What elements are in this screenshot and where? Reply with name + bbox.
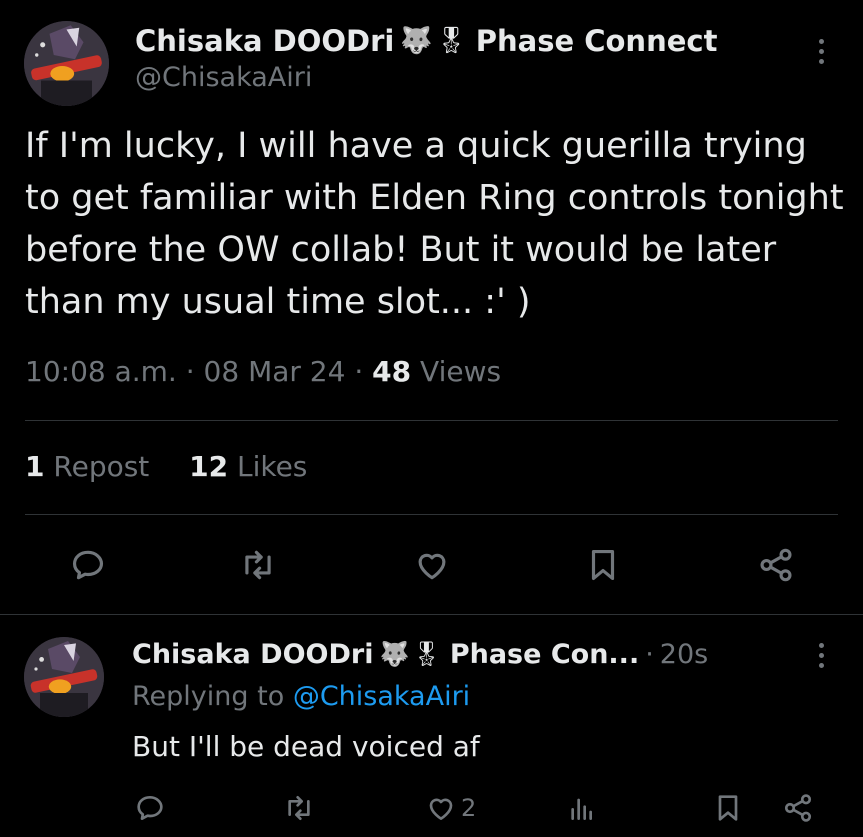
avatar-image — [24, 21, 109, 106]
reply-avatar[interactable] — [24, 637, 104, 717]
replying-handle-link[interactable]: @ChisakaAiri — [293, 681, 470, 712]
views-label: Views — [420, 355, 502, 388]
reposts-count: 1 — [25, 450, 45, 483]
separator: · — [185, 355, 195, 388]
avatar[interactable] — [24, 21, 109, 106]
analytics-icon — [571, 798, 592, 820]
like-count: 2 — [461, 794, 477, 822]
bookmark-icon — [718, 795, 738, 821]
tweet-text: If I'm lucky, I will have a quick gueril… — [25, 126, 844, 322]
engagement-stats: 1 Repost 12 Likes — [25, 450, 307, 483]
reply-button[interactable] — [134, 788, 166, 828]
like-button[interactable]: 2 — [425, 788, 476, 828]
reply-time[interactable]: 20s — [660, 639, 708, 670]
tweet-separator — [0, 614, 863, 615]
reply-icon — [137, 796, 163, 820]
tweet-metadata: 10:08 a.m. · 08 Mar 24 · 48 Views — [25, 355, 501, 388]
separator: · — [645, 638, 654, 670]
share-icon — [760, 548, 792, 582]
reply-text: But I'll be dead voiced af — [132, 730, 480, 763]
medal-emoji: 🎖 — [434, 26, 468, 56]
divider — [25, 514, 838, 515]
tweet-date[interactable]: 08 Mar 24 — [204, 355, 346, 388]
separator: · — [354, 355, 364, 388]
views-count: 48 — [372, 355, 412, 388]
author-name-row: Chisaka DOODri 🐺 🎖 Phase Connect — [135, 22, 717, 60]
main-tweet: Chisaka DOODri 🐺 🎖 Phase Connect @Chisak… — [0, 0, 863, 614]
more-options-icon[interactable] — [809, 637, 833, 673]
likes-label: Likes — [236, 450, 308, 483]
retweet-button[interactable] — [283, 788, 315, 828]
more-options-icon[interactable] — [809, 33, 833, 69]
wolf-emoji: 🐺 — [400, 26, 433, 56]
reply-icon — [72, 550, 104, 580]
heart-icon — [429, 798, 453, 820]
retweet-button[interactable] — [234, 541, 282, 589]
share-button[interactable] — [752, 541, 800, 589]
replying-prefix: Replying to — [132, 681, 285, 712]
like-button[interactable] — [408, 541, 456, 589]
bookmark-icon — [591, 549, 615, 581]
heart-icon — [418, 553, 446, 580]
share-icon — [784, 794, 812, 822]
reposts-stat[interactable]: 1 Repost — [25, 450, 149, 483]
reply-author-row: Chisaka DOODri 🐺 🎖 Phase Con... · 20s — [132, 636, 708, 672]
medal-emoji: 🎖 — [411, 640, 442, 668]
wolf-emoji: 🐺 — [379, 640, 410, 668]
display-name[interactable]: Chisaka DOODri — [132, 639, 373, 670]
handle[interactable]: @ChisakaAiri — [135, 62, 312, 93]
replying-to: Replying to @ChisakaAiri — [132, 681, 470, 712]
reply-button[interactable] — [64, 541, 112, 589]
affiliation-label[interactable]: Phase Con... — [450, 639, 639, 670]
analytics-button[interactable] — [566, 788, 598, 828]
affiliation-label[interactable]: Phase Connect — [476, 24, 718, 58]
retweet-icon — [245, 550, 271, 580]
likes-count: 12 — [189, 450, 229, 483]
tweet-time[interactable]: 10:08 a.m. — [25, 355, 177, 388]
share-button[interactable] — [782, 788, 814, 828]
reposts-label: Repost — [53, 450, 150, 483]
divider — [25, 420, 838, 421]
bookmark-button[interactable] — [579, 541, 627, 589]
bookmark-button[interactable] — [712, 788, 744, 828]
likes-stat[interactable]: 12 Likes — [189, 450, 307, 483]
avatar-image — [24, 637, 104, 717]
display-name[interactable]: Chisaka DOODri — [135, 24, 394, 58]
retweet-icon — [288, 796, 310, 820]
